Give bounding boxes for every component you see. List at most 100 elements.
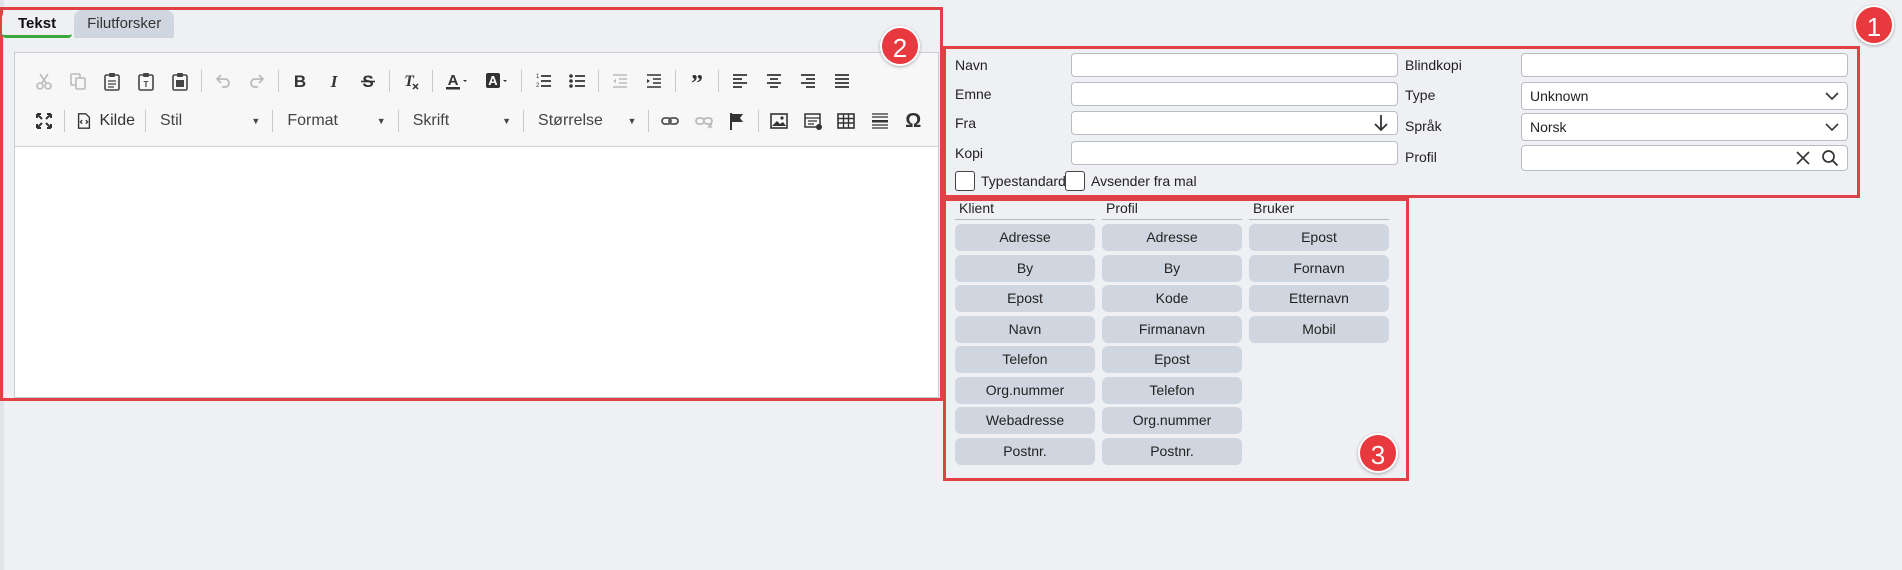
font-combo[interactable]: Skrift ▼ bbox=[403, 105, 519, 137]
align-left-icon[interactable] bbox=[723, 65, 757, 97]
toolbar-separator bbox=[278, 70, 279, 92]
svg-text:T: T bbox=[144, 80, 149, 89]
toolbar-row-1: T B I S T A A 12 ” bbox=[27, 61, 930, 101]
copy-icon[interactable] bbox=[61, 65, 95, 97]
emne-field[interactable] bbox=[1071, 82, 1398, 106]
italic-icon[interactable]: I bbox=[317, 65, 351, 97]
image-icon[interactable] bbox=[763, 105, 796, 137]
bruker-etternavn-button[interactable]: Etternavn bbox=[1249, 285, 1389, 312]
tab-tekst[interactable]: Tekst bbox=[2, 10, 73, 38]
size-combo[interactable]: Størrelse ▼ bbox=[528, 105, 644, 137]
chevron-down-icon bbox=[1825, 92, 1839, 101]
toolbar-row-2: Kilde Stil ▼ Format ▼ Skrift ▼ Størrelse ▼ Ω bbox=[27, 101, 930, 141]
align-justify-icon[interactable] bbox=[825, 65, 859, 97]
profil-header: Profil bbox=[1102, 198, 1242, 220]
format-combo[interactable]: Format ▼ bbox=[277, 105, 393, 137]
caret-down-icon: ▼ bbox=[502, 116, 512, 126]
navn-label: Navn bbox=[955, 57, 988, 73]
klient-orgnummer-button[interactable]: Org.nummer bbox=[955, 376, 1095, 404]
undo-icon[interactable] bbox=[206, 65, 240, 97]
paste-word-icon[interactable] bbox=[163, 65, 197, 97]
typestandard-checkbox[interactable]: Typestandard bbox=[955, 171, 1066, 191]
type-select[interactable]: Unknown bbox=[1521, 82, 1848, 110]
paste-icon[interactable] bbox=[95, 65, 129, 97]
special-character-icon[interactable]: Ω bbox=[897, 105, 930, 137]
fra-field[interactable] bbox=[1071, 111, 1398, 135]
bold-icon[interactable]: B bbox=[283, 65, 317, 97]
profil-postnr-button[interactable]: Postnr. bbox=[1102, 437, 1242, 465]
align-right-icon[interactable] bbox=[791, 65, 825, 97]
toolbar-separator bbox=[523, 110, 525, 132]
unlink-icon[interactable] bbox=[687, 105, 720, 137]
numbered-list-icon[interactable]: 12 bbox=[526, 65, 560, 97]
profil-field[interactable] bbox=[1521, 145, 1848, 171]
klient-telefon-button[interactable]: Telefon bbox=[955, 346, 1095, 373]
profil-orgnummer-button[interactable]: Org.nummer bbox=[1102, 407, 1242, 434]
blindkopi-field[interactable] bbox=[1521, 53, 1848, 77]
tab-filutforsker[interactable]: Filutforsker bbox=[74, 10, 175, 38]
profil-kode-button[interactable]: Kode bbox=[1102, 285, 1242, 312]
typestandard-checkbox-box[interactable] bbox=[955, 171, 975, 191]
horizontal-line-icon[interactable] bbox=[863, 105, 896, 137]
clear-icon[interactable] bbox=[1795, 150, 1811, 166]
kopi-field[interactable] bbox=[1071, 141, 1398, 165]
klient-column: Klient Adresse By Epost Navn Telefon Org… bbox=[955, 198, 1095, 465]
klient-adresse-button[interactable]: Adresse bbox=[955, 224, 1095, 251]
toolbar-separator bbox=[718, 70, 719, 92]
background-color-icon[interactable]: A bbox=[477, 65, 517, 97]
paste-text-icon[interactable]: T bbox=[129, 65, 163, 97]
form-field-icon[interactable] bbox=[796, 105, 829, 137]
bulleted-list-icon[interactable] bbox=[560, 65, 594, 97]
source-button[interactable]: Kilde bbox=[69, 105, 141, 137]
sprak-select[interactable]: Norsk bbox=[1521, 113, 1848, 141]
align-center-icon[interactable] bbox=[757, 65, 791, 97]
profil-by-button[interactable]: By bbox=[1102, 254, 1242, 282]
editor-toolbar: T B I S T A A 12 ” Kilde Stil ▼ Format ▼… bbox=[15, 53, 938, 147]
profil-epost-button[interactable]: Epost bbox=[1102, 346, 1242, 373]
table-icon[interactable] bbox=[830, 105, 863, 137]
text-color-icon[interactable]: A bbox=[437, 65, 477, 97]
klient-epost-button[interactable]: Epost bbox=[955, 285, 1095, 312]
cut-icon[interactable] bbox=[27, 65, 61, 97]
navn-field[interactable] bbox=[1071, 53, 1398, 77]
profil-firmanavn-button[interactable]: Firmanavn bbox=[1102, 315, 1242, 343]
rich-text-editor: T B I S T A A 12 ” Kilde Stil ▼ Format ▼… bbox=[14, 52, 939, 398]
toolbar-separator bbox=[757, 110, 759, 132]
indent-icon[interactable] bbox=[637, 65, 671, 97]
svg-text:A: A bbox=[488, 73, 498, 88]
style-combo-label: Stil bbox=[160, 112, 183, 129]
klient-navn-button[interactable]: Navn bbox=[955, 315, 1095, 343]
editor-content-area[interactable] bbox=[15, 147, 938, 397]
bruker-epost-button[interactable]: Epost bbox=[1249, 224, 1389, 251]
profil-adresse-button[interactable]: Adresse bbox=[1102, 224, 1242, 251]
remove-format-icon[interactable]: T bbox=[394, 65, 428, 97]
style-combo[interactable]: Stil ▼ bbox=[150, 105, 268, 137]
strikethrough-icon[interactable]: S bbox=[351, 65, 385, 97]
bruker-header: Bruker bbox=[1249, 198, 1389, 220]
link-icon[interactable] bbox=[653, 105, 686, 137]
svg-text:I: I bbox=[330, 72, 339, 91]
bruker-mobil-button[interactable]: Mobil bbox=[1249, 315, 1389, 343]
redo-icon[interactable] bbox=[240, 65, 274, 97]
profil-telefon-button[interactable]: Telefon bbox=[1102, 376, 1242, 404]
fra-label: Fra bbox=[955, 115, 976, 131]
search-icon[interactable] bbox=[1821, 149, 1839, 167]
avsender-fra-mal-checkbox-box[interactable] bbox=[1065, 171, 1085, 191]
svg-text:1: 1 bbox=[536, 74, 540, 80]
bruker-fornavn-button[interactable]: Fornavn bbox=[1249, 254, 1389, 282]
sprak-label: Språk bbox=[1405, 118, 1442, 134]
blockquote-icon[interactable]: ” bbox=[680, 65, 714, 97]
klient-webadresse-button[interactable]: Webadresse bbox=[955, 407, 1095, 434]
arrow-down-icon[interactable] bbox=[1373, 114, 1389, 132]
klient-by-button[interactable]: By bbox=[955, 254, 1095, 282]
toolbar-separator bbox=[521, 70, 522, 92]
avsender-fra-mal-checkbox[interactable]: Avsender fra mal bbox=[1065, 171, 1197, 191]
toolbar-separator bbox=[201, 70, 202, 92]
outdent-icon[interactable] bbox=[603, 65, 637, 97]
klient-postnr-button[interactable]: Postnr. bbox=[955, 437, 1095, 465]
font-combo-label: Skrift bbox=[412, 112, 450, 129]
blindkopi-label: Blindkopi bbox=[1405, 57, 1462, 73]
maximize-icon[interactable] bbox=[27, 105, 60, 137]
anchor-flag-icon[interactable] bbox=[720, 105, 753, 137]
type-select-value: Unknown bbox=[1530, 88, 1589, 104]
